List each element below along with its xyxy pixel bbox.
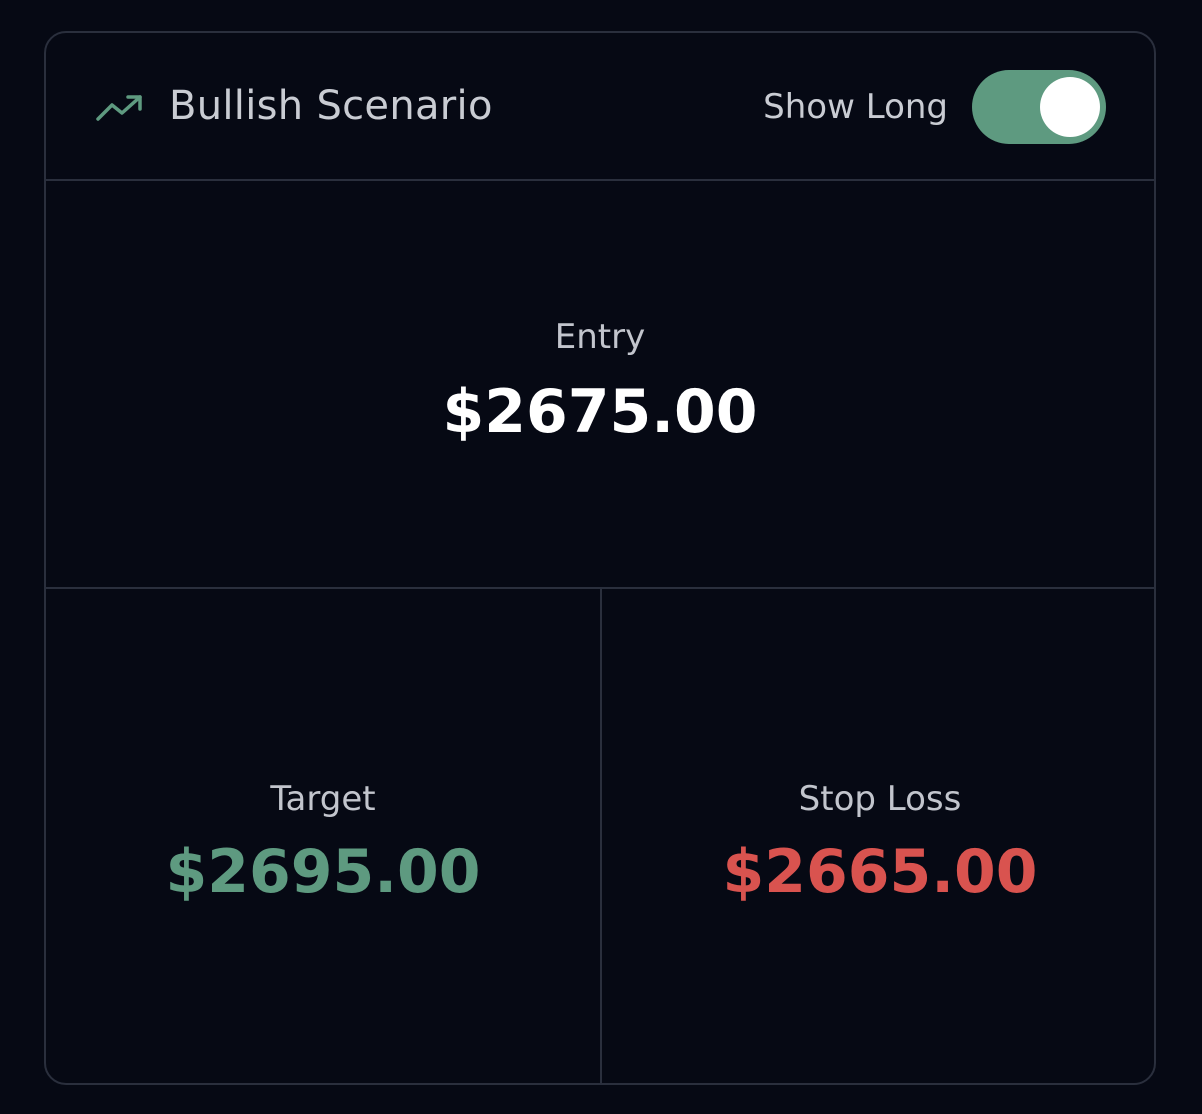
target-value: $2695.00: [165, 837, 481, 907]
target-section: Target $2695.00: [46, 589, 602, 1083]
scenario-card: Bullish Scenario Show Long Entry $2675.0…: [44, 31, 1156, 1085]
stop-loss-value: $2665.00: [722, 837, 1038, 907]
stop-loss-label: Stop Loss: [798, 779, 962, 819]
entry-label: Entry: [554, 317, 646, 357]
entry-section: Entry $2675.00: [46, 181, 1154, 589]
show-long-toggle[interactable]: [972, 70, 1106, 144]
card-header: Bullish Scenario Show Long: [46, 33, 1154, 181]
trending-up-icon: [96, 95, 142, 121]
stop-loss-section: Stop Loss $2665.00: [602, 589, 1154, 1083]
target-label: Target: [270, 779, 376, 819]
show-long-label: Show Long: [763, 87, 948, 127]
entry-value: $2675.00: [442, 377, 758, 447]
toggle-knob: [1040, 77, 1100, 137]
scenario-title: Bullish Scenario: [169, 83, 493, 129]
